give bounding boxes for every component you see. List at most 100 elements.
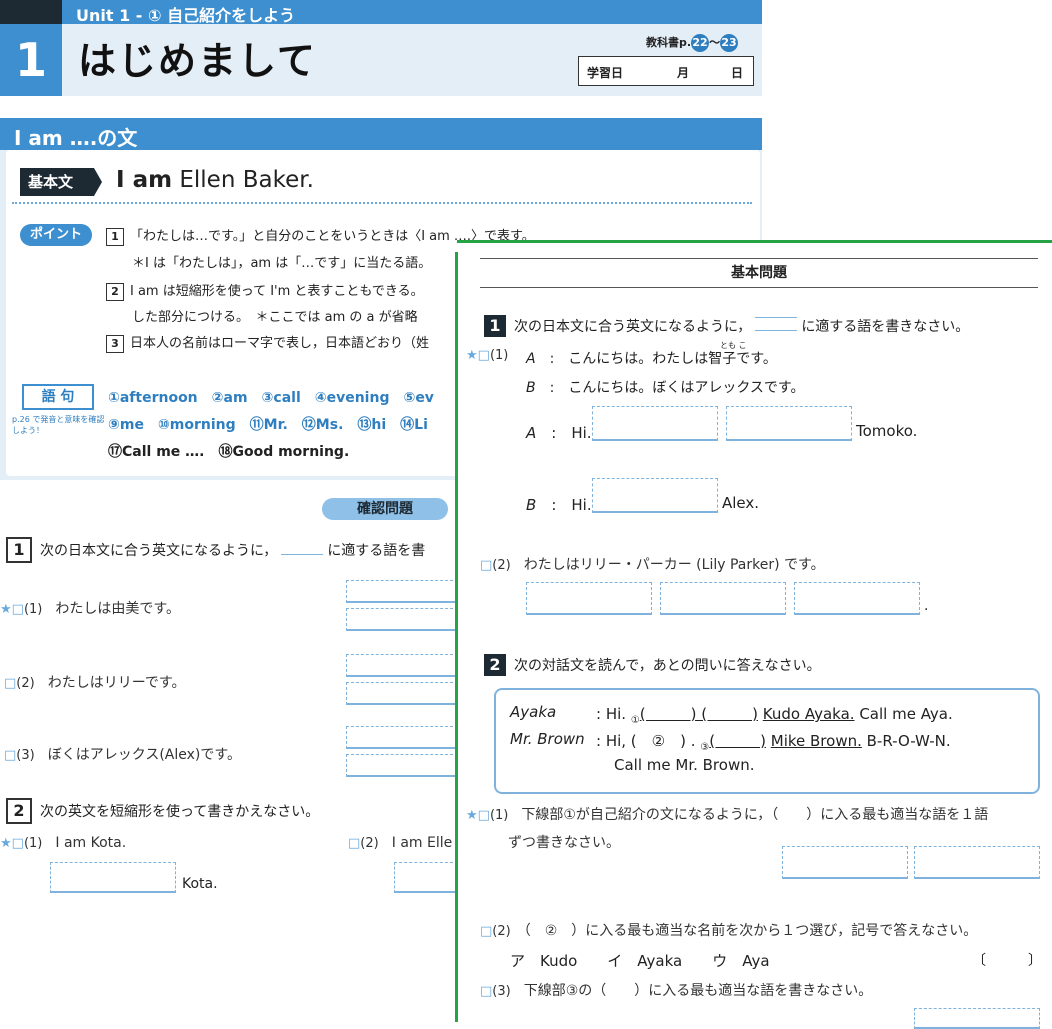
answer-box[interactable]	[346, 654, 458, 677]
alex-text: Alex.	[722, 494, 760, 512]
answer-box[interactable]	[914, 1008, 1040, 1029]
textbook-label: 教科書p.	[646, 36, 692, 49]
kihonbun-label: 基本文	[20, 168, 94, 196]
unit-marker	[0, 0, 62, 24]
section-text: 次の日本文に合う英文になるように，	[514, 319, 752, 335]
answer-box[interactable]	[782, 846, 908, 879]
kakunin-q1: ★□(1) わたしは由美です。	[0, 601, 180, 617]
q-number: (3)	[492, 984, 511, 999]
kihon-section-2: 2 次の対話文を読んで，あとの問いに答えなさい。	[484, 654, 821, 676]
kakunin-2-q1-answer-text: Kota.	[182, 876, 218, 892]
kihon-q1-B: B : こんにちは。ぼくはアレックスです。	[526, 377, 805, 397]
lesson-number: 1	[0, 24, 62, 96]
kihon-q1-label: ★□(1)	[466, 348, 509, 363]
point-number: 2	[106, 283, 124, 301]
goku-note: p.26 で発音と意味を確認しよう！	[12, 415, 105, 435]
answer-box[interactable]	[660, 582, 786, 615]
kihon-q2: □(2) わたしはリリー・パーカー (Lily Parker) です。	[480, 557, 825, 573]
answer-box[interactable]	[592, 478, 718, 513]
kakunin-q3: □(3) ぼくはアレックス(Alex)です。	[4, 747, 241, 763]
vocab-row-2: ⑨me ⑩morning ⑪Mr. ⑫Ms. ⑬hi ⑭Li	[108, 417, 428, 433]
vocab-row-3: ⑰Call me …. ⑱Good morning.	[108, 444, 350, 460]
q-text: わたしはリリー・パーカー (Lily Parker) です。	[523, 557, 825, 573]
dialog-text: B-R-O-W-N.	[866, 732, 951, 750]
kihon-2-q3: □(3) 下線部③の（ ）に入る最も適当な語を書きなさい。	[480, 983, 873, 999]
kihon-q1-A: A : こんにちは。わたしは智子です。	[526, 348, 777, 368]
answer-box[interactable]	[50, 862, 176, 893]
dialog-text: : Hi, ( ② ) .	[596, 732, 696, 750]
colon: :	[549, 351, 555, 367]
dialog-text: : Hi.	[596, 705, 627, 723]
point-number: 3	[106, 335, 124, 353]
answer-line-A: A : Hi.	[526, 422, 592, 443]
speaker-A: A	[526, 351, 536, 367]
q-text: ぼくはアレックス(Alex)です。	[47, 747, 241, 763]
section-number: 1	[6, 537, 32, 563]
answer-line-B: B : Hi.	[526, 494, 592, 515]
section-text: 次の対話文を読んで，あとの問いに答えなさい。	[514, 658, 821, 674]
kihon-section-1: 1 次の日本文に合う英文になるように， に適する語を書きなさい。	[484, 315, 969, 337]
divider	[12, 202, 752, 204]
point-number: 1	[106, 228, 124, 246]
kihon-title: 基本問題	[480, 258, 1038, 288]
point-line-4: した部分につける。 ＊ここでは am の a が省略	[132, 310, 418, 325]
colon: :	[551, 424, 557, 442]
section-text-2: に適する語を書	[327, 543, 426, 559]
lesson-title: はじめまして	[78, 39, 317, 83]
point-line-3: 2 I am は短縮形を使って I'm と表すこともできる。	[106, 280, 424, 301]
month-label: 月	[677, 66, 690, 80]
answer-box[interactable]	[346, 726, 458, 749]
q-text: 下線部①が自己紹介の文になるように，（ ）に入る最も適当な語を１語	[521, 807, 989, 823]
page-tilde: ～	[709, 36, 721, 49]
kihon-2-q1: ★□(1) 下線部①が自己紹介の文になるように，（ ）に入る最も適当な語を１語	[466, 807, 989, 823]
kihon-2-q1-cont: ずつ書きなさい。	[508, 835, 620, 851]
kihonbun-bold: I am	[116, 167, 173, 193]
q-number: (1)	[23, 836, 43, 851]
page-from: 22	[691, 34, 710, 52]
marker-3: ③	[700, 742, 710, 753]
q-number: (2)	[492, 558, 511, 573]
speaker-B: B	[526, 496, 537, 514]
underline-3: Mike Brown.	[770, 732, 862, 750]
q-text: こんにちは。わたしは智子です。	[568, 351, 777, 367]
answer-box[interactable]	[794, 582, 920, 615]
hi-text: Hi.	[571, 424, 592, 442]
point-line-5: 3 日本人の名前はローマ字で表し，日本語どおり（姓	[106, 332, 429, 353]
blank-3: ( )	[709, 732, 766, 750]
kihonbun-sentence: I am Ellen Baker.	[116, 167, 314, 193]
answer-box[interactable]	[346, 608, 458, 631]
dialog-line-1: : Hi. ①( ) ( ) Kudo Ayaka. Call me Aya.	[596, 703, 953, 726]
kihonbun-rest: Ellen Baker.	[172, 167, 314, 193]
textbook-reference: 教科書p.22～23	[646, 34, 739, 52]
study-date-box: 学習日 月 日	[578, 56, 754, 86]
section-number: 2	[484, 654, 506, 676]
kakunin-q2: □(2) わたしはリリーです。	[4, 675, 186, 691]
period: .	[924, 598, 929, 614]
answer-box[interactable]	[592, 406, 718, 441]
point-text: 日本人の名前はローマ字で表し，日本語どおり（姓	[130, 336, 430, 351]
hi-text: Hi.	[571, 496, 592, 514]
answer-box[interactable]	[526, 582, 652, 615]
section-text: 次の日本文に合う英文になるように，	[40, 543, 278, 559]
q-number: (1)	[489, 348, 509, 363]
answer-bracket[interactable]: 〔 〕	[972, 950, 1042, 970]
q-number: (2)	[360, 836, 379, 851]
unit-title: Unit 1 - ① 自己紹介をしよう	[76, 6, 296, 25]
speaker-B: B	[526, 380, 536, 396]
dialog-line-2: : Hi, ( ② ) . ③( ) Mike Brown. B-R-O-W-N…	[596, 730, 951, 753]
q-number: (1)	[489, 808, 509, 823]
kakunin-title: 確認問題	[322, 498, 448, 520]
answer-box[interactable]	[346, 754, 458, 777]
kakunin-2-q2: □(2) I am Elle	[348, 835, 453, 851]
day-label: 日	[731, 66, 744, 80]
answer-box[interactable]	[726, 406, 852, 441]
point-text: I am は短縮形を使って I'm と表すこともできる。	[130, 284, 424, 299]
answer-box[interactable]	[346, 580, 458, 603]
q-number: (1)	[23, 602, 43, 617]
answer-box[interactable]	[394, 862, 458, 893]
answer-box[interactable]	[346, 682, 458, 705]
answer-box[interactable]	[914, 846, 1040, 879]
blank-1: ( ) ( )	[639, 705, 758, 723]
speaker-A: A	[526, 424, 537, 442]
q-number: (3)	[16, 748, 35, 763]
